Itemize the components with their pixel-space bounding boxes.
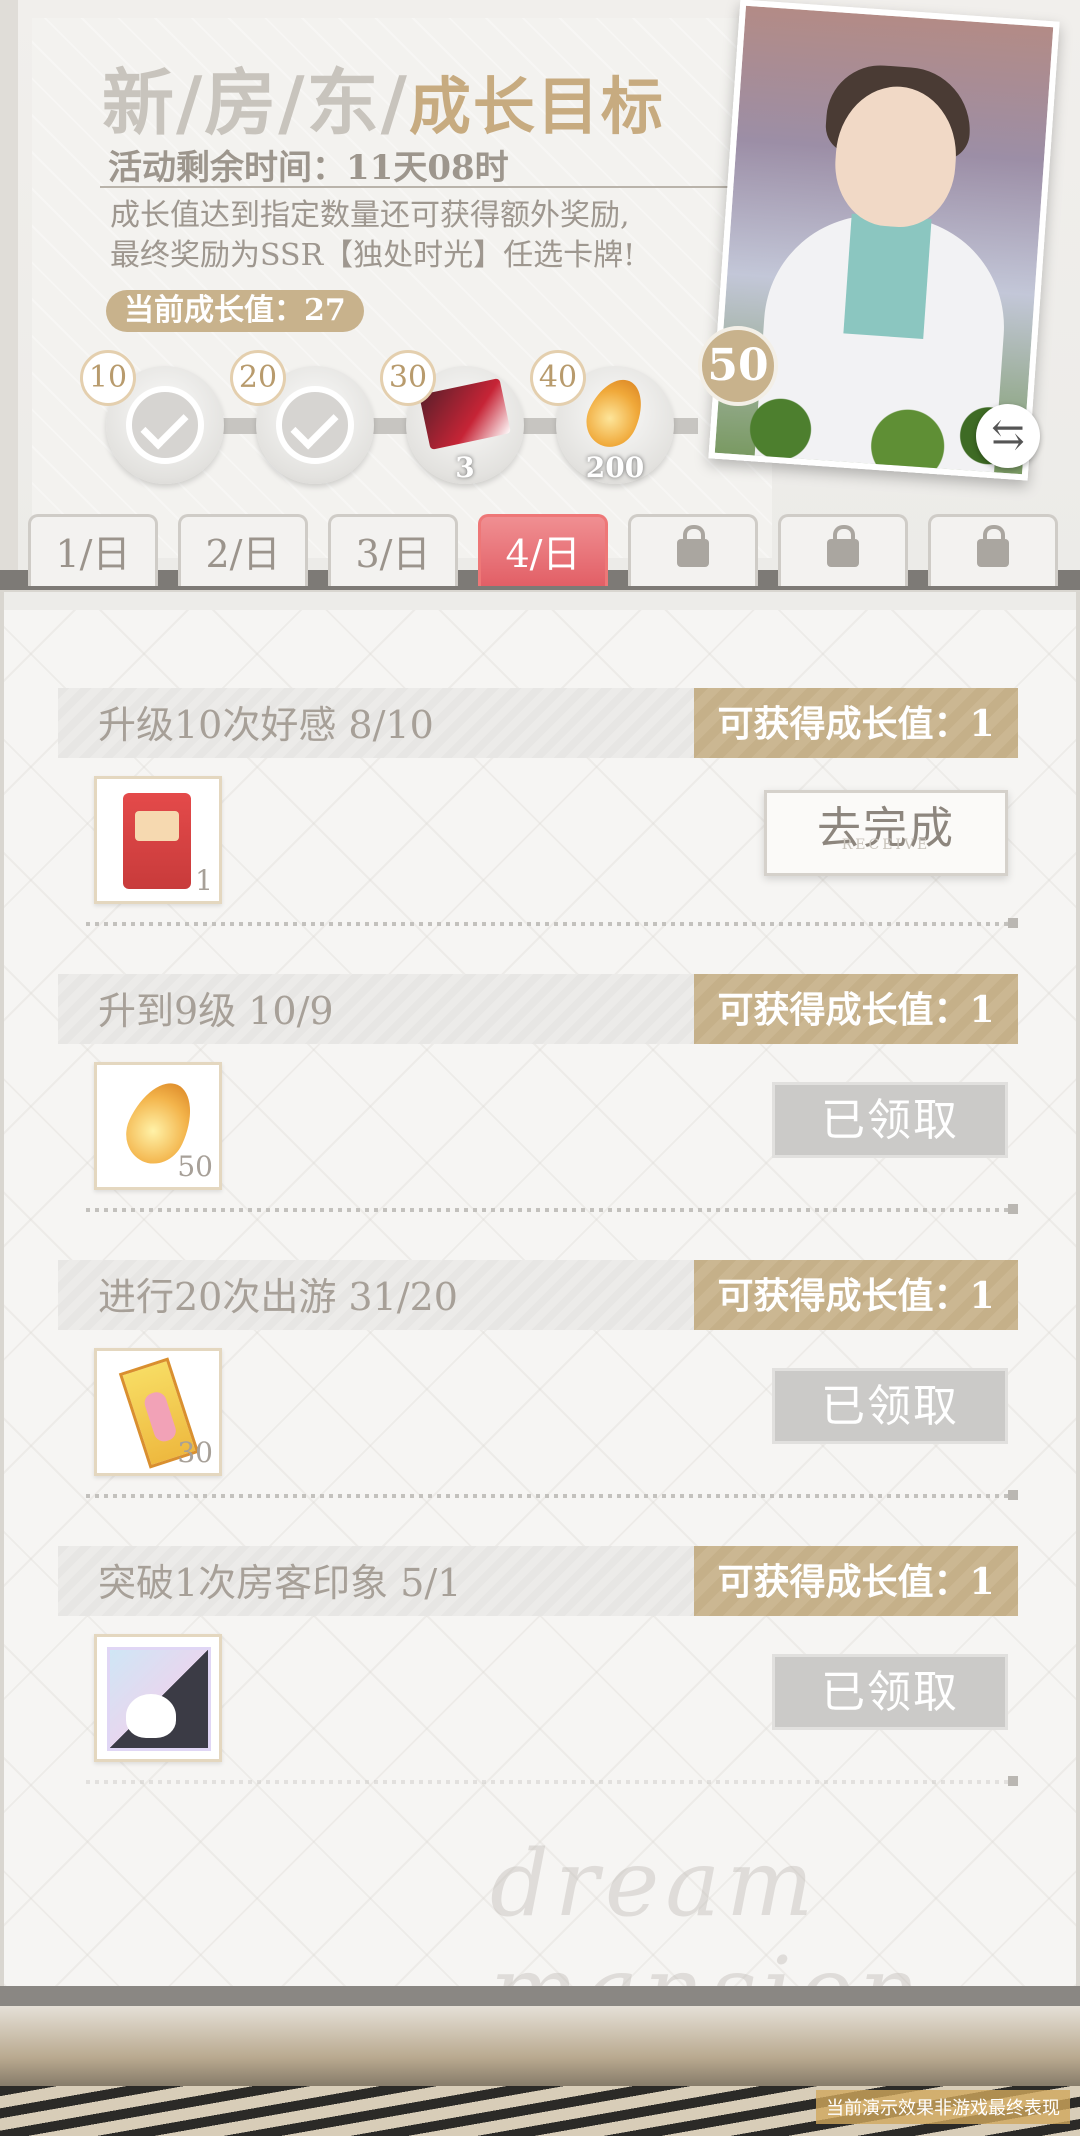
- task-header: 升到9级 10/9 可获得成长值：1: [58, 974, 1018, 1044]
- claimed-button[interactable]: 已领取: [772, 1654, 1008, 1730]
- event-timer: 活动剩余时间：11天08时: [108, 148, 509, 188]
- header-divider: [100, 186, 740, 188]
- dotted-divider: [86, 1494, 1010, 1498]
- claimed-button[interactable]: 已领取: [772, 1082, 1008, 1158]
- lock-icon: [977, 525, 1009, 567]
- reward-item-slot[interactable]: [94, 1634, 222, 1762]
- task-row: 升级10次好感 8/10 可获得成长值：1 1 去完成: [58, 688, 1018, 974]
- character-shirt: [843, 213, 932, 339]
- tab-locked-5[interactable]: [628, 514, 758, 586]
- milestone-threshold: 30: [380, 350, 436, 406]
- milestone-reward-count: 3: [455, 451, 475, 484]
- milestone-threshold: 40: [530, 350, 586, 406]
- task-title: 突破1次房客印象 5/1: [98, 1561, 462, 1605]
- task-reward-label: 可获得成长值：1: [694, 974, 1018, 1044]
- event-description: 成长值达到指定数量还可获得额外奖励, 最终奖励为SSR【独处时光】任选卡牌!: [110, 196, 730, 276]
- go-complete-button[interactable]: 去完成: [764, 790, 1008, 881]
- milestone-reward-count: 200: [585, 451, 645, 484]
- task-header: 进行20次出游 31/20 可获得成长值：1: [58, 1260, 1018, 1330]
- tab-day-3[interactable]: 3/日: [328, 514, 458, 586]
- bottom-decoration: 当前演示效果非游戏最终表现: [0, 2006, 1080, 2136]
- description-line: 成长值达到指定数量还可获得额外奖励,: [110, 198, 630, 233]
- current-growth-badge: 当前成长值：27: [106, 290, 364, 332]
- final-milestone-badge: 50: [698, 326, 778, 406]
- task-header: 突破1次房客印象 5/1 可获得成长值：1: [58, 1546, 1018, 1616]
- title-main: 新/房/东/: [102, 60, 409, 145]
- milestone-threshold: 20: [230, 350, 286, 406]
- swap-card-button[interactable]: ⇆: [976, 404, 1040, 468]
- tab-locked-7[interactable]: [928, 514, 1058, 586]
- item-quantity: 30: [177, 1436, 213, 1469]
- task-row: 升到9级 10/9 可获得成长值：1 50 已领取: [58, 974, 1018, 1260]
- item-quantity: 1: [195, 864, 213, 897]
- page-title: 新/房/东/成长目标: [102, 44, 665, 149]
- tab-day-1[interactable]: 1/日: [28, 514, 158, 586]
- demo-disclaimer: 当前演示效果非游戏最终表现: [816, 2090, 1070, 2124]
- task-title: 升级10次好感 8/10: [98, 703, 434, 747]
- dotted-divider: [86, 1780, 1010, 1784]
- day-tabs: 1/日 2/日 3/日 4/日: [28, 514, 1068, 586]
- lock-icon: [827, 525, 859, 567]
- task-reward-label: 可获得成长值：1: [694, 1260, 1018, 1330]
- reward-item-slot[interactable]: 50: [94, 1062, 222, 1190]
- divider-end-mark: [1008, 1204, 1018, 1214]
- task-panel: 升级10次好感 8/10 可获得成长值：1 1 去完成 升到9级 10/9 可获…: [4, 592, 1076, 1986]
- dotted-divider: [86, 1208, 1010, 1212]
- amber-drop-icon: [577, 370, 653, 456]
- task-reward-label: 可获得成长值：1: [694, 1546, 1018, 1616]
- cat-photo-icon: [107, 1647, 211, 1751]
- check-icon: [126, 386, 204, 464]
- task-row: 突破1次房客印象 5/1 可获得成长值：1 已领取: [58, 1546, 1018, 1832]
- reward-item-slot[interactable]: 30: [94, 1348, 222, 1476]
- divider-end-mark: [1008, 1490, 1018, 1500]
- bottom-border: [0, 1986, 1080, 2006]
- description-line: 最终奖励为SSR【独处时光】任选卡牌!: [110, 238, 636, 273]
- milestone-threshold: 10: [80, 350, 136, 406]
- task-header: 升级10次好感 8/10 可获得成长值：1: [58, 688, 1018, 758]
- dotted-divider: [86, 922, 1010, 926]
- task-row: 进行20次出游 31/20 可获得成长值：1 30 已领取: [58, 1260, 1018, 1546]
- divider-end-mark: [1008, 918, 1018, 928]
- divider-end-mark: [1008, 1776, 1018, 1786]
- item-quantity: 50: [177, 1150, 213, 1183]
- check-icon: [276, 386, 354, 464]
- tab-day-4[interactable]: 4/日: [478, 514, 608, 586]
- title-sub: 成长目标: [408, 70, 665, 143]
- snack-bag-icon: [123, 793, 191, 889]
- tab-day-2[interactable]: 2/日: [178, 514, 308, 586]
- tab-locked-6[interactable]: [778, 514, 908, 586]
- task-reward-label: 可获得成长值：1: [694, 688, 1018, 758]
- task-title: 进行20次出游 31/20: [98, 1275, 458, 1319]
- header-panel: 新/房/东/成长目标 活动剩余时间：11天08时 成长值达到指定数量还可获得额外…: [0, 0, 1080, 580]
- lock-icon: [677, 525, 709, 567]
- claimed-button[interactable]: 已领取: [772, 1368, 1008, 1444]
- reward-item-slot[interactable]: 1: [94, 776, 222, 904]
- task-title: 升到9级 10/9: [98, 989, 334, 1033]
